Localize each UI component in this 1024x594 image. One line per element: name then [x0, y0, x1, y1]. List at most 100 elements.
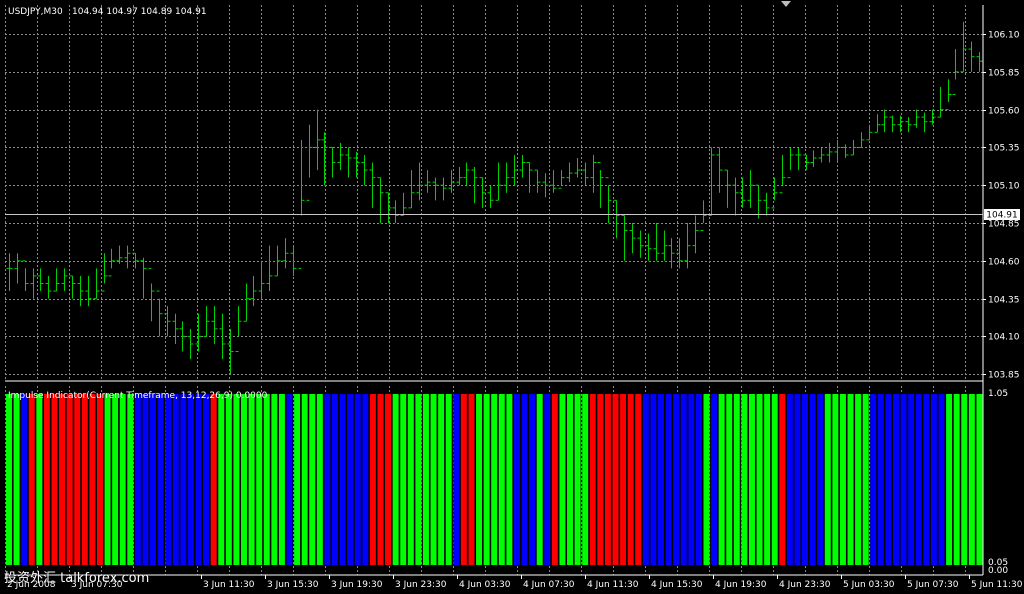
impulse-bar-neutral: [680, 394, 687, 565]
impulse-bar-bull: [241, 394, 247, 565]
impulse-bar-bull: [491, 394, 498, 565]
impulse-bar-bull: [127, 394, 134, 565]
price-tick-label: 104.10: [988, 333, 1020, 343]
impulse-bar-neutral: [521, 394, 528, 565]
impulse-bar-bull: [438, 394, 445, 565]
price-tick-label: 106.10: [988, 31, 1020, 41]
impulse-bar-bull: [119, 394, 126, 565]
impulse-bar-neutral: [877, 394, 884, 565]
time-tick-label: 3 Jun 19:30: [331, 580, 383, 590]
impulse-bar-bear: [28, 394, 35, 565]
impulse-bar-bull: [400, 394, 407, 565]
impulse-bar-bear: [385, 394, 392, 565]
impulse-bar-neutral: [180, 394, 187, 565]
impulse-bar-neutral: [658, 394, 664, 565]
impulse-bar-neutral: [794, 394, 801, 565]
current-price-value: 104.91: [986, 211, 1018, 221]
impulse-bar-neutral: [786, 394, 793, 565]
impulse-bar-bull: [248, 394, 255, 565]
time-tick-label: 3 Jun 11:30: [203, 580, 255, 590]
impulse-bar-bear: [51, 394, 58, 565]
impulse-bar-neutral: [324, 394, 331, 565]
impulse-bar-bull: [855, 394, 862, 565]
impulse-bar-bear: [589, 394, 596, 565]
impulse-bar-bear: [779, 394, 786, 565]
impulse-bar-bear: [377, 394, 384, 565]
symbol-label: USDJPY,M30: [8, 7, 63, 17]
impulse-bar-bull: [961, 394, 968, 565]
impulse-bar-bull: [567, 394, 573, 565]
impulse-bar-bear: [551, 394, 558, 565]
time-tick-label: 4 Jun 03:30: [459, 580, 511, 590]
impulse-bar-bull: [832, 394, 839, 565]
impulse-bar-bull: [718, 394, 725, 565]
impulse-bar-bear: [468, 394, 475, 565]
impulse-bar-bull: [476, 394, 483, 565]
impulse-bar-bull: [946, 394, 953, 565]
time-tick-label: 4 Jun 11:30: [587, 580, 639, 590]
impulse-bar-bull: [726, 394, 733, 565]
impulse-bar-bull: [445, 394, 452, 565]
impulse-bar-neutral: [817, 394, 824, 565]
impulse-bar-bull: [536, 394, 543, 565]
impulse-bar-neutral: [930, 394, 937, 565]
impulse-bar-bull: [415, 394, 422, 565]
impulse-bar-bull: [862, 394, 869, 565]
price-tick-label: 105.35: [988, 144, 1020, 154]
impulse-bar-bear: [89, 394, 96, 565]
impulse-bar-neutral: [165, 394, 172, 565]
impulse-bar-bear: [597, 394, 604, 565]
impulse-bar-bull: [263, 394, 270, 565]
impulse-bar-bull: [225, 394, 232, 565]
price-tick-label: 103.85: [988, 371, 1020, 381]
impulse-bar-bull: [256, 394, 263, 565]
impulse-bar-bull: [301, 394, 308, 565]
impulse-bar-bull: [309, 394, 316, 565]
impulse-bar-neutral: [900, 394, 907, 565]
impulse-bar-bull: [6, 394, 12, 565]
impulse-bar-neutral: [915, 394, 922, 565]
price-tick-label: 104.85: [988, 220, 1020, 230]
impulse-bar-bear: [604, 394, 611, 565]
impulse-bar-bull: [36, 394, 43, 565]
impulse-bar-neutral: [923, 394, 930, 565]
price-tick-label: 105.85: [988, 69, 1020, 79]
impulse-bar-bull: [847, 394, 854, 565]
impulse-bar-neutral: [286, 394, 293, 565]
time-tick-label: 4 Jun 07:30: [523, 580, 575, 590]
impulse-bar-neutral: [354, 394, 361, 565]
impulse-bar-bear: [620, 394, 627, 565]
impulse-bar-bull: [771, 394, 778, 565]
current-price-tag: 104.91: [984, 209, 1020, 221]
time-tick-label: 4 Jun 15:30: [651, 580, 703, 590]
impulse-bar-neutral: [908, 394, 915, 565]
impulse-bar-neutral: [187, 394, 194, 565]
impulse-bar-neutral: [650, 394, 657, 565]
impulse-bar-bear: [635, 394, 642, 565]
time-tick-label: 3 Jun 15:30: [267, 580, 319, 590]
impulse-bar-bull: [430, 394, 437, 565]
impulse-bar-neutral: [938, 394, 945, 565]
impulse-bar-bull: [483, 394, 490, 565]
time-tick-label: 5 Jun 11:30: [971, 580, 1023, 590]
impulse-bar-neutral: [134, 394, 141, 565]
impulse-bar-neutral: [544, 394, 551, 565]
impulse-bar-bull: [582, 394, 589, 565]
impulse-bar-bear: [59, 394, 66, 565]
impulse-bar-neutral: [870, 394, 877, 565]
impulse-bar-neutral: [802, 394, 809, 565]
impulse-bar-bear: [210, 394, 217, 565]
impulse-bar-bear: [460, 394, 467, 565]
indicator-label: Impulse Indicator(Current Timeframe, 13,…: [8, 391, 268, 401]
impulse-bar-bull: [953, 394, 960, 565]
impulse-bar-bull: [112, 394, 119, 565]
impulse-bar-neutral: [332, 394, 338, 565]
impulse-bar-neutral: [529, 394, 536, 565]
impulse-bar-neutral: [885, 394, 892, 565]
price-tick-label: 104.60: [988, 258, 1020, 268]
impulse-bar-neutral: [453, 394, 460, 565]
chart-canvas[interactable]: 106.10105.85105.60105.35105.10104.85104.…: [0, 0, 1024, 594]
impulse-bar-bull: [13, 394, 20, 565]
impulse-bar-neutral: [513, 394, 520, 565]
time-tick-label: 4 Jun 23:30: [779, 580, 831, 590]
